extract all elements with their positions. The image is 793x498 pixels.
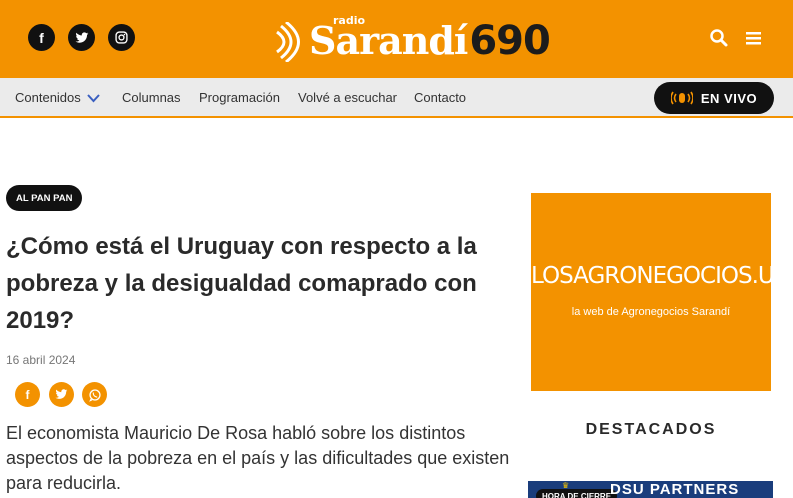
agronegocios-ad-banner[interactable]: LOSAGRONEGOCIOS.UY la web de Agronegocio… <box>531 193 788 391</box>
share-twitter-icon[interactable] <box>49 382 74 407</box>
article-date: 16 abril 2024 <box>6 353 76 367</box>
site-logo[interactable]: radio Sarandí 690 <box>275 12 551 64</box>
broadcast-icon <box>670 91 693 105</box>
promo-badge: HORA DE CIERRE <box>536 489 618 498</box>
category-badge[interactable]: AL PAN PAN <box>6 185 83 211</box>
twitter-icon[interactable] <box>68 24 95 51</box>
nav-item-contenidos[interactable]: Contenidos <box>15 90 81 105</box>
nav-item-columnas[interactable]: Columnas <box>122 90 181 105</box>
live-label: EN VIVO <box>700 90 758 106</box>
share-facebook-icon[interactable]: f <box>15 382 40 407</box>
nav-item-volve-a-escuchar[interactable]: Volvé a escuchar <box>298 90 397 105</box>
ad-logo-text: LOSAGRONEGOCIOS.UY <box>531 263 788 289</box>
ad-subtitle: la web de Agronegocios Sarandí <box>571 306 731 318</box>
share-whatsapp-icon[interactable] <box>82 382 107 407</box>
logo-radio-label: radio <box>333 14 366 27</box>
menu-icon[interactable] <box>744 28 764 48</box>
featured-promo-card[interactable]: ♛ HORA DE CIERRE DSU PARTNERS <box>528 481 773 498</box>
section-heading-destacados: DESTACADOS <box>585 421 717 438</box>
article-title: ¿Cómo está el Uruguay con respecto a la … <box>6 233 477 334</box>
promo-title: DSU PARTNERS <box>610 481 740 498</box>
chevron-down-icon[interactable] <box>87 94 100 103</box>
article-summary: El economista Mauricio De Rosa habló sob… <box>6 423 510 493</box>
facebook-icon[interactable]: f <box>28 24 55 51</box>
nav-item-contacto[interactable]: Contacto <box>414 90 466 105</box>
live-button[interactable]: EN VIVO <box>654 82 774 114</box>
search-icon[interactable] <box>709 28 729 48</box>
logo-number: 690 <box>469 18 550 64</box>
radio-waves-icon <box>276 22 300 62</box>
top-header: f radio Sarandí 690 <box>0 0 793 78</box>
main-nav: Contenidos Columnas Programación Volvé a… <box>0 78 793 118</box>
instagram-icon[interactable] <box>108 24 135 51</box>
nav-item-programacion[interactable]: Programación <box>199 90 280 105</box>
